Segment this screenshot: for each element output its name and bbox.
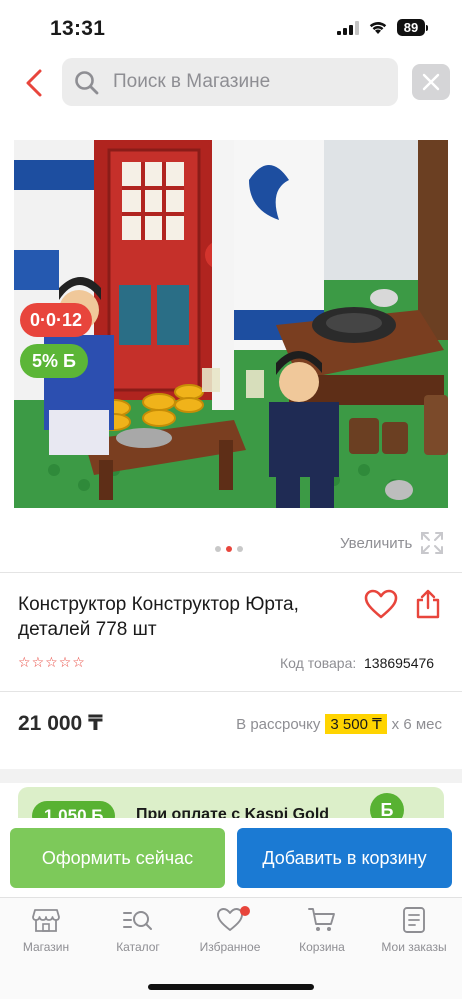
product-title: Конструктор Конструктор Юрта, деталей 77…: [18, 594, 299, 640]
tab-store[interactable]: Магазин: [0, 906, 92, 954]
tab-label: Магазин: [22, 940, 70, 954]
star-icon: ☆: [18, 654, 31, 670]
installment-suffix: х 6 мес: [391, 715, 442, 733]
gallery-pagination[interactable]: [215, 546, 243, 552]
gallery-dot[interactable]: [237, 546, 243, 552]
orders-icon: [403, 907, 425, 933]
notification-dot: [240, 906, 250, 916]
action-bar: Оформить сейчас Добавить в корзину: [0, 818, 462, 896]
chevron-left-icon: [26, 69, 42, 97]
star-icon: ☆: [72, 654, 85, 670]
product-code-label: Код товара:: [280, 655, 357, 671]
search-icon: [75, 71, 99, 95]
share-icon: [416, 589, 440, 619]
battery-level: 89: [397, 19, 425, 36]
section-separator: [0, 769, 462, 783]
divider: [0, 572, 462, 573]
product-code-value: 138695476: [364, 655, 435, 671]
tab-catalog[interactable]: Каталог: [92, 906, 184, 954]
battery-icon: 89: [397, 19, 428, 36]
expand-icon: [421, 532, 444, 554]
zoom-label: Увеличить: [340, 534, 413, 552]
search-placeholder: Поиск в Магазине: [113, 71, 271, 92]
installment-amount: 3 500 ₸: [325, 714, 387, 734]
clear-search-button[interactable]: [412, 64, 450, 100]
share-button[interactable]: [414, 588, 442, 625]
close-icon: [422, 73, 440, 91]
divider: [0, 691, 462, 692]
catalog-search-icon: [123, 911, 152, 930]
tab-cart[interactable]: Корзина: [276, 906, 368, 954]
tab-favorites[interactable]: Избранное: [184, 906, 276, 954]
add-to-cart-button[interactable]: Добавить в корзину: [237, 828, 452, 888]
wifi-icon: [369, 22, 387, 34]
installment-prefix: В рассрочку: [236, 715, 321, 733]
status-bar: 13:31 89: [0, 0, 462, 50]
back-button[interactable]: [20, 66, 50, 100]
tab-label: Мои заказы: [381, 940, 447, 954]
product-price: 21 000 ₸: [18, 712, 103, 735]
bonus-badge: 5% Б: [20, 344, 88, 378]
star-icon: ☆: [31, 654, 45, 670]
tab-label: Корзина: [299, 940, 345, 954]
rating-stars: ☆ ☆ ☆ ☆ ☆: [18, 654, 85, 670]
zoom-button[interactable]: Увеличить: [340, 531, 444, 555]
store-icon: [32, 909, 60, 932]
tab-my-orders[interactable]: Мои заказы: [368, 906, 460, 954]
star-icon: ☆: [58, 654, 72, 670]
star-icon: ☆: [45, 654, 58, 670]
cart-icon: [308, 908, 335, 931]
heart-icon: [364, 589, 398, 619]
signal-icon: [337, 20, 359, 35]
tab-label: Каталог: [116, 940, 160, 954]
installment-info[interactable]: В рассрочку 3 500 ₸ х 6 мес: [236, 714, 442, 734]
search-header: Поиск в Магазине: [0, 56, 462, 110]
tab-label: Избранное: [199, 940, 261, 954]
home-indicator: [148, 984, 314, 990]
status-time: 13:31: [50, 17, 106, 40]
status-icons: 89: [337, 19, 428, 36]
discount-timer-badge: 0·0·12: [20, 303, 93, 337]
checkout-now-button[interactable]: Оформить сейчас: [10, 828, 225, 888]
search-input[interactable]: Поиск в Магазине: [62, 58, 398, 106]
gallery-dot-active[interactable]: [226, 546, 232, 552]
favorite-button[interactable]: [364, 589, 398, 624]
gallery-dot[interactable]: [215, 546, 221, 552]
